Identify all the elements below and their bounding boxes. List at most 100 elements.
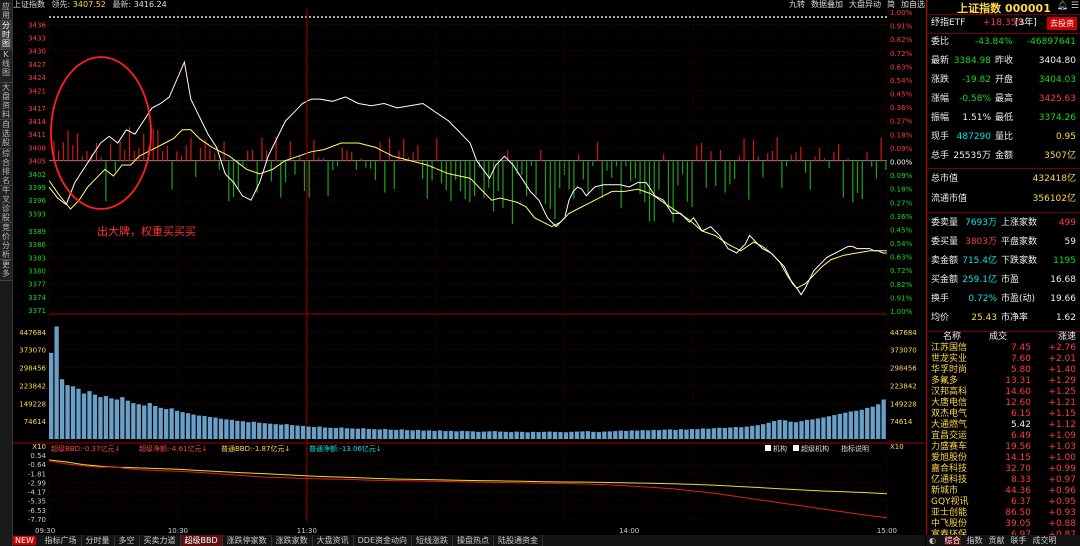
indicator-help-link[interactable]: 指标说明	[841, 444, 869, 453]
volume-bar	[711, 428, 717, 439]
switch-icon[interactable]: ◐	[929, 536, 936, 545]
volume-bar	[405, 430, 410, 439]
stock-name[interactable]: 爱旭股份	[931, 453, 967, 464]
stock-name[interactable]: 新城市	[931, 486, 958, 497]
indicator-tab-9[interactable]: 短线涨跌	[412, 535, 454, 546]
stock-name[interactable]: 世龙实业	[931, 354, 967, 365]
stat-label: 卖金额	[931, 256, 959, 266]
top-button-1[interactable]: 数据叠加	[811, 0, 843, 9]
bell-icon[interactable]: 🔔︎	[1057, 1, 1068, 11]
volume-tick-label-right: 447684	[890, 329, 917, 337]
stock-list-item[interactable]: 大通燃气 5.42 +1.12	[927, 420, 1079, 431]
percent-tick-label: 0.27%	[890, 118, 913, 126]
stock-name[interactable]: 汉邦高科	[931, 387, 967, 398]
indicator-tab-4[interactable]: 超级BBD	[180, 535, 223, 546]
sell-power-bar	[384, 161, 386, 193]
right-tab-2[interactable]: 贡献	[989, 536, 1005, 545]
indicator-tab-0[interactable]: 指标广场	[41, 535, 82, 546]
top-button-3[interactable]: 简	[887, 0, 895, 9]
stock-list-item[interactable]: GQY视讯 6.37 +0.95	[927, 497, 1079, 508]
stock-list-item[interactable]: 多氟多 13.31 +1.29	[927, 376, 1079, 387]
left-tab-3[interactable]: 大盘资料	[0, 83, 12, 120]
checkbox-1[interactable]	[793, 445, 799, 451]
stock-name[interactable]: 大通燃气	[931, 420, 967, 431]
indicator-tab-10[interactable]: 操盘热点	[453, 535, 495, 546]
stock-list-item[interactable]: 亿通科技 8.33 +0.97	[927, 475, 1079, 486]
stock-name[interactable]: 双杰电气	[931, 409, 967, 420]
menu-icon[interactable]: ☰	[1071, 1, 1079, 11]
volume-bar	[870, 406, 875, 439]
left-tab-7[interactable]: 竞价分析	[0, 223, 12, 260]
sell-power-bar	[232, 161, 235, 198]
stock-name[interactable]: 中飞股份	[931, 519, 967, 530]
volume-bar	[552, 431, 558, 439]
indicator-tab-5[interactable]: 涨跌停家数	[223, 535, 272, 546]
indicator-tab-3[interactable]: 买卖力道	[140, 535, 181, 546]
right-tab-1[interactable]: 指数	[967, 536, 983, 545]
stock-name[interactable]: 亚士创能	[931, 508, 967, 519]
left-tab-2[interactable]: K线图	[0, 50, 12, 83]
stock-price: 32.70	[1005, 464, 1031, 474]
stock-list-item[interactable]: 大唐电信 12.60 +1.21	[927, 398, 1079, 409]
indicator-tab-7[interactable]: 大盘资讯	[313, 535, 354, 546]
checkbox-0[interactable]	[765, 445, 771, 451]
stock-list-item[interactable]: 嘉合科技 32.70 +0.99	[927, 464, 1079, 475]
stock-list-item[interactable]: 亚士创能 86.50 +0.93	[927, 508, 1079, 519]
volume-bar	[394, 429, 399, 439]
stock-list-item[interactable]: 世龙实业 7.60 +2.01	[927, 354, 1079, 365]
indicator-tab-2[interactable]: 多空	[115, 535, 140, 546]
stock-list-item[interactable]: 双杰电气 6.15 +1.15	[927, 409, 1079, 420]
indicator-tab-8[interactable]: DDE资金动向	[354, 535, 413, 546]
right-tab-4[interactable]: 成交明	[1033, 536, 1057, 545]
price-tick-label: 3380	[28, 268, 46, 276]
indicator-tab-1[interactable]: 分时量	[82, 535, 115, 546]
stock-name[interactable]: 江苏国信	[931, 343, 967, 354]
stock-name[interactable]: 力盛赛车	[931, 442, 967, 453]
stock-name[interactable]: 华孚时尚	[931, 365, 967, 376]
left-tab-6[interactable]: 牛叉诊股	[0, 186, 12, 223]
volume-bar	[218, 418, 224, 439]
percent-tick-label: 0.09%	[890, 172, 913, 180]
left-tab-4[interactable]: 自选股	[0, 120, 12, 149]
stock-name[interactable]: 亿通科技	[931, 475, 967, 486]
volume-bar	[821, 417, 826, 439]
stock-list-item[interactable]: 新城市 44.36 +0.96	[927, 486, 1079, 497]
top-button-0[interactable]: 九转	[789, 0, 805, 9]
stock-list-item[interactable]: 汉邦高科 14.60 +1.25	[927, 387, 1079, 398]
volume-bar	[273, 424, 278, 439]
top-button-4[interactable]: 加自选	[901, 0, 925, 9]
etf-name: 纾指ETF	[931, 18, 966, 28]
buy-power-bar	[318, 157, 320, 162]
volume-bar	[185, 413, 191, 439]
volume-bar	[300, 425, 306, 439]
stock-list-item[interactable]: 爱旭股份 14.15 +1.00	[927, 453, 1079, 464]
bbd-tick-label: -6.53	[28, 507, 46, 515]
left-tab-1[interactable]: 分时图	[0, 21, 12, 50]
stock-list-item[interactable]: 中飞股份 39.05 +0.88	[927, 519, 1079, 530]
volume-bar	[268, 423, 273, 439]
left-tab-5[interactable]: 综合排名	[0, 149, 12, 186]
top-button-2[interactable]: 大盘异动	[849, 0, 881, 9]
stock-name[interactable]: 嘉合科技	[931, 464, 967, 475]
stock-speed: +1.09	[1048, 431, 1076, 441]
buy-power-bar	[738, 155, 740, 162]
sell-power-bar	[648, 161, 651, 222]
stock-list-item[interactable]: 力盛赛车 19.56 +1.03	[927, 442, 1079, 453]
left-tab-8[interactable]: 更多	[0, 260, 12, 281]
right-tab-0[interactable]: 综合	[944, 536, 961, 545]
right-tab-3[interactable]: 联手	[1011, 536, 1027, 545]
volume-bar	[415, 429, 421, 439]
stock-list-item[interactable]: 江苏国信 7.45 +2.76	[927, 343, 1079, 354]
indicator-tab-6[interactable]: 涨跌家数	[272, 535, 313, 546]
stock-name[interactable]: GQY视讯	[931, 497, 969, 508]
stock-name[interactable]: 多氟多	[931, 376, 958, 387]
stock-list-item[interactable]: 华孚时尚 5.80 +1.40	[927, 365, 1079, 376]
left-tab-0[interactable]: 应用	[0, 2, 12, 21]
quote-label: 昨收	[995, 56, 1014, 66]
stock-name[interactable]: 大唐电信	[931, 398, 967, 409]
indicator-tab-11[interactable]: 陆股通资金	[494, 535, 544, 546]
stock-list-item[interactable]: 宜昌交运 6.49 +1.09	[927, 431, 1079, 442]
volume-bar	[558, 432, 563, 439]
stock-name[interactable]: 宜昌交运	[931, 431, 967, 442]
invest-button[interactable]: 去投资	[1047, 17, 1077, 30]
